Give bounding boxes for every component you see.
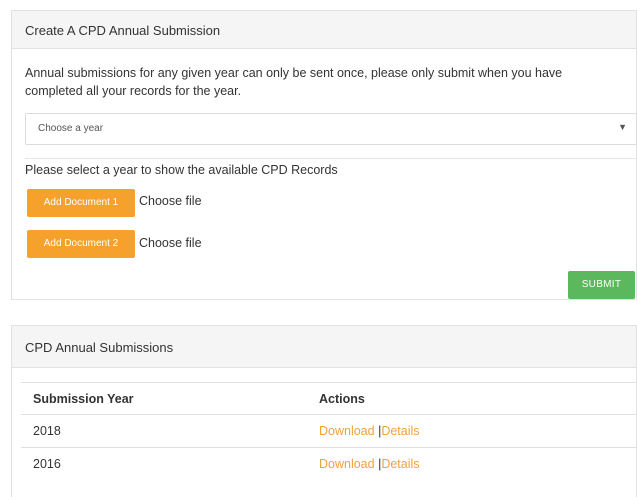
row-year: 2018 — [33, 424, 61, 438]
add-document-1-button[interactable]: Add Document 1 — [27, 189, 135, 217]
choose-file-2[interactable]: Choose file — [139, 236, 202, 250]
add-document-2-button[interactable]: Add Document 2 — [27, 230, 135, 258]
table-row: 2018 Download |Details — [21, 414, 637, 447]
submissions-table: Submission Year Actions 2018 Download |D… — [21, 382, 637, 480]
caret-down-icon: ▼ — [618, 122, 627, 132]
year-select[interactable]: Choose a year ▼ — [25, 113, 637, 145]
intro-text: Annual submissions for any given year ca… — [25, 64, 625, 100]
table-row: 2016 Download |Details — [21, 447, 637, 480]
row-actions: Download |Details — [319, 457, 420, 471]
details-link[interactable]: Details — [381, 424, 419, 438]
panel-title: Create A CPD Annual Submission — [12, 11, 636, 49]
column-header-year: Submission Year — [33, 392, 134, 406]
download-link[interactable]: Download — [319, 457, 375, 471]
submit-button[interactable]: SUBMIT — [568, 271, 635, 299]
select-year-hint: Please select a year to show the availab… — [25, 163, 338, 177]
row-year: 2016 — [33, 457, 61, 471]
panel-title: CPD Annual Submissions — [12, 326, 636, 368]
create-submission-panel: Create A CPD Annual Submission Annual su… — [11, 10, 637, 300]
submissions-panel: CPD Annual Submissions Submission Year A… — [11, 325, 637, 497]
column-header-actions: Actions — [319, 392, 365, 406]
table-header-row: Submission Year Actions — [21, 382, 637, 414]
intro-line-1: Annual submissions for any given year ca… — [25, 66, 563, 80]
page: Create A CPD Annual Submission Annual su… — [0, 0, 637, 497]
choose-file-1[interactable]: Choose file — [139, 194, 202, 208]
year-select-value: Choose a year — [38, 123, 104, 134]
download-link[interactable]: Download — [319, 424, 375, 438]
details-link[interactable]: Details — [381, 457, 419, 471]
divider — [25, 158, 637, 159]
intro-line-2: completed all your records for the year. — [25, 84, 242, 98]
row-actions: Download |Details — [319, 424, 420, 438]
